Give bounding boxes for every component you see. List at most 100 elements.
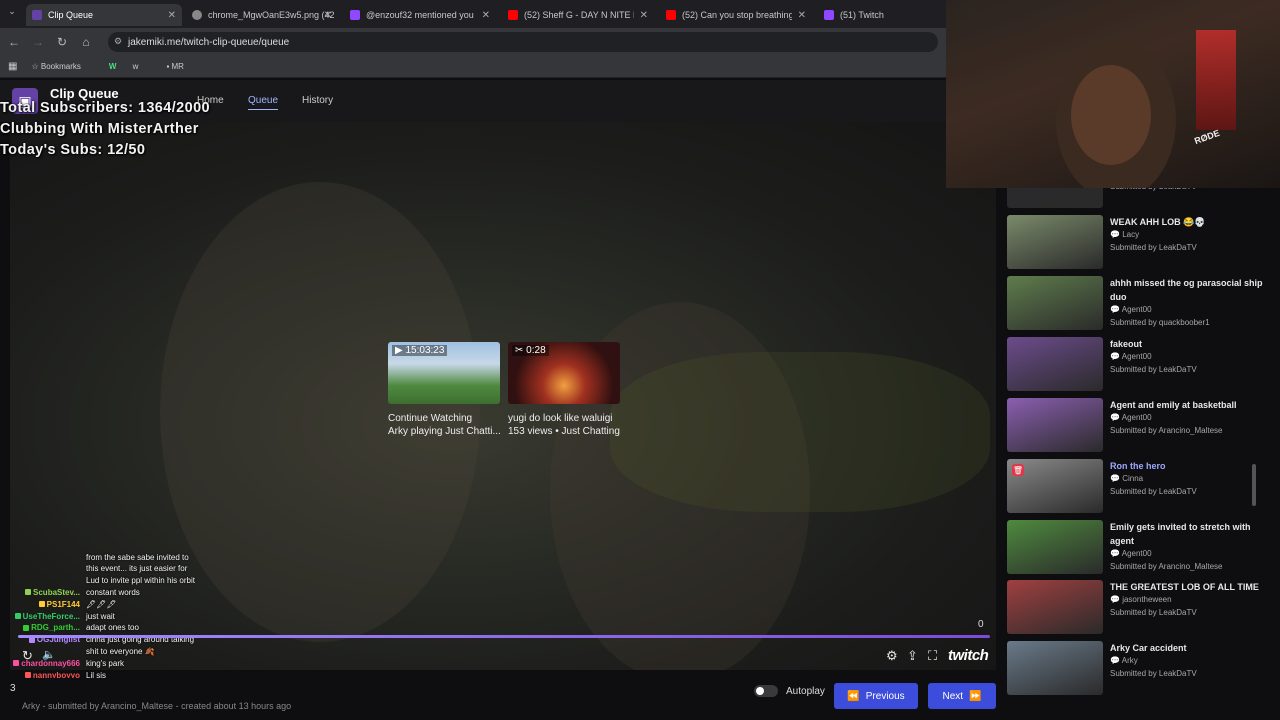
close-tab-icon[interactable]: ✕ [168, 10, 176, 21]
queue-item[interactable]: ahhh missed the og parasocial ship duo 💬 … [1007, 276, 1267, 332]
autoplay-label: Autoplay [786, 686, 825, 697]
autoplay-toggle[interactable] [754, 685, 778, 697]
card-duration: ▶ 15:03:23 [392, 345, 448, 356]
twitch-logo[interactable]: twitch [948, 647, 989, 664]
queue-item[interactable]: WEAK AHH LOB 😂💀 💬 Lacy Submitted by LeakDa… [1007, 215, 1267, 271]
queue-item-submitter: Submitted by Arancino_Maltese [1110, 426, 1223, 435]
home-icon[interactable]: ⌂ [74, 35, 98, 49]
settings-gear-icon[interactable]: ⚙ [886, 648, 898, 664]
apps-grid-icon[interactable]: ▦ [8, 61, 17, 72]
bookmark-item[interactable]: ☆ Bookmarks [31, 62, 94, 71]
card-subtitle: Arky playing Just Chatti... [388, 425, 500, 437]
chat-message: this event... its just easier for [4, 563, 187, 575]
chat-badge-icon [23, 624, 30, 631]
queue-item-title: THE GREATEST LOB OF ALL TIME [1110, 582, 1259, 592]
twitch-favicon-icon [350, 10, 360, 20]
queue-item-title: ahhh missed the og parasocial ship duo [1110, 278, 1263, 302]
queue-item[interactable]: Emily gets invited to stretch with agent… [1007, 520, 1267, 576]
queue-item-channel: Agent00 [1121, 549, 1152, 558]
tab-label: (51) Twitch [840, 10, 884, 20]
queue-item-submitter: Submitted by LeakDaTV [1110, 487, 1197, 496]
globe-icon [192, 10, 202, 20]
queue-item-channel-row: 💬 Agent00 [1110, 352, 1152, 361]
queue-item[interactable]: THE GREATEST LOB OF ALL TIME 💬 jasonthewe… [1007, 580, 1267, 636]
queue-item-channel: Arky [1121, 656, 1138, 665]
queue-thumbnail [1007, 215, 1103, 269]
queue-item-channel-row: 💬 Lacy [1110, 230, 1139, 239]
today-subs-text: Today's Subs: 12/50 [0, 142, 146, 158]
queue-item-channel: Cinna [1122, 474, 1144, 483]
chat-text: constant words [86, 587, 140, 597]
bookmark-item[interactable]: ▪ MR [166, 62, 198, 71]
tab-label: Clip Queue [48, 10, 94, 20]
queue-item-submitter: Submitted by LeakDaTV [1110, 365, 1197, 374]
queue-item-channel-row: 💬 Agent00 [1110, 413, 1152, 422]
queue-scrollbar[interactable] [1252, 464, 1256, 506]
clip-queue-favicon-icon [32, 10, 42, 20]
tab-mention[interactable]: @enzouf32 mentioned you ✕ [344, 4, 496, 26]
continue-watching-card[interactable]: ▶ 15:03:23 Continue Watching Arky playin… [388, 342, 500, 438]
chat-text: this event... its just easier for [86, 564, 188, 574]
share-icon[interactable]: ⇪ [907, 648, 918, 664]
channel-icon: 💬 [1110, 305, 1122, 314]
tab-clip-queue[interactable]: Clip Queue ✕ [26, 4, 182, 26]
queue-item-title: WEAK AHH LOB 😂💀 [1110, 217, 1206, 227]
nav-queue[interactable]: Queue [248, 95, 279, 110]
queue-thumbnail [1007, 276, 1103, 330]
chat-username[interactable]: RDG_parth... [31, 623, 80, 632]
progress-bar[interactable] [18, 635, 990, 638]
chat-username[interactable]: UseTheForce... [23, 612, 80, 621]
tab-youtube-1[interactable]: (52) Sheff G - DAY N NITE Free ✕ [502, 4, 654, 26]
chat-message: Lud to invite ppl within his orbit [4, 575, 195, 587]
queue-item[interactable]: fakeout 💬 Agent00 Submitted by LeakDaTV [1007, 337, 1267, 393]
queue-item-channel-row: 💬 Agent00 [1110, 305, 1152, 314]
rewind-icon: ⏪ [847, 690, 860, 702]
address-bar-row: ← → ↻ ⌂ ⚙ jakemiki.me/twitch-clip-queue/… [0, 28, 948, 56]
chat-username[interactable]: PS1F144 [47, 600, 80, 609]
reload-icon[interactable]: ↻ [50, 35, 74, 49]
bookmark-item[interactable]: W w [109, 62, 153, 71]
replay-icon[interactable]: ↻ [22, 648, 33, 664]
queue-item[interactable]: 🗑 Ron the hero 💬 Cinna Submitted by LeakDaT… [1007, 459, 1267, 515]
fullscreen-icon[interactable]: ⛶ [928, 648, 937, 664]
queue-item[interactable]: Agent and emily at basketball 💬 Agent00 Su… [1007, 398, 1267, 454]
browser-tab-bar: ⌄ Clip Queue ✕ chrome_MgwOanE3w5.png (42… [0, 0, 948, 28]
close-tab-icon[interactable]: ✕ [798, 10, 806, 21]
url-input[interactable]: ⚙ jakemiki.me/twitch-clip-queue/queue [108, 32, 938, 52]
nav-history[interactable]: History [302, 95, 333, 106]
chat-message: RDG_parth... adapt ones too [4, 622, 139, 634]
chat-username[interactable]: ScubaStev... [33, 588, 80, 597]
tab-youtube-2[interactable]: (52) Can you stop breathing so ✕ [660, 4, 812, 26]
tab-list-chevron-icon[interactable]: ⌄ [0, 6, 24, 17]
previous-button[interactable]: ⏪ Previous [834, 683, 918, 709]
back-arrow-icon[interactable]: ← [2, 35, 26, 49]
queue-item-channel: Agent00 [1121, 305, 1152, 314]
suggested-clip-card[interactable]: ✂ 0:28 yugi do look like waluigi 153 vie… [508, 342, 620, 438]
delete-clip-icon[interactable]: 🗑 [1012, 464, 1024, 476]
queue-item-submitter: Submitted by quackboober1 [1110, 318, 1210, 327]
queue-item-title: Agent and emily at basketball [1110, 400, 1237, 410]
forward-arrow-icon[interactable]: → [26, 35, 50, 49]
play-icon: ▶ [395, 345, 403, 356]
channel-icon: 💬 [1110, 474, 1123, 483]
card-thumbnail: ✂ 0:28 [508, 342, 620, 404]
queue-item[interactable]: Arky Car accident 💬 Arky Submitted by Leak… [1007, 641, 1267, 697]
queue-item-submitter: Submitted by LeakDaTV [1110, 243, 1197, 252]
close-tab-icon[interactable]: ✕ [640, 10, 648, 21]
queue-thumbnail: 🗑 [1007, 459, 1103, 513]
volume-icon[interactable]: 🔈 [42, 648, 56, 661]
chat-text: king's park [86, 658, 124, 668]
queue-item-channel: jasontheween [1122, 595, 1172, 604]
streamer-face [1071, 65, 1151, 165]
queue-item-title: Ron the hero [1110, 461, 1166, 471]
chat-message: UseTheForce... just wait [4, 610, 115, 622]
bookmarks-bar: ▦ ☆ Bookmarks W w ▪ MR [0, 56, 948, 78]
queue-item-title: fakeout [1110, 339, 1143, 349]
tab-twitch[interactable]: (51) Twitch [818, 4, 944, 26]
tab-image[interactable]: chrome_MgwOanE3w5.png (42 ✕ [186, 4, 338, 26]
site-info-icon[interactable]: ⚙ [114, 36, 122, 47]
next-button[interactable]: Next ⏩ [928, 683, 996, 709]
close-tab-icon[interactable]: ✕ [482, 10, 490, 21]
queue-thumbnail [1007, 641, 1103, 695]
close-tab-icon[interactable]: ✕ [324, 10, 332, 21]
